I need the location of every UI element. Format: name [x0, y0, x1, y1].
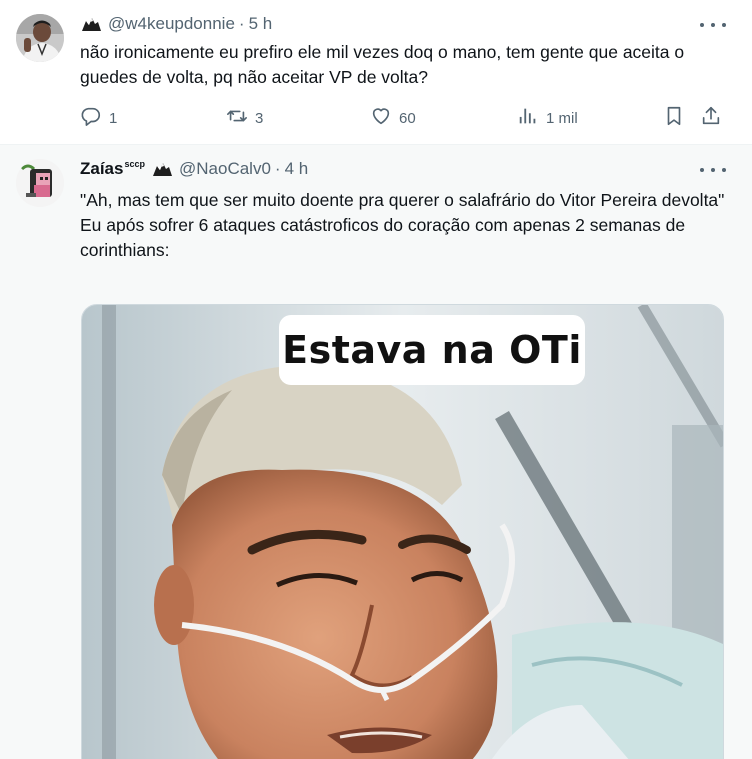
avatar-w4keupdonnie[interactable] [16, 14, 64, 62]
tweet-text-line: "Ah, mas tem que ser muito doente pra qu… [80, 190, 725, 210]
reply-count: 1 [109, 109, 118, 127]
tweet-actions: 1 3 60 1 mil [80, 104, 730, 132]
tweet-time[interactable]: 5 h [249, 14, 273, 34]
bird-badge-icon [80, 15, 102, 33]
views-count: 1 mil [546, 109, 578, 127]
tweet-2[interactable]: Zaíassccp @NaoCalv0 · 4 h "Ah, mas tem q… [0, 145, 752, 759]
avatar-naocalv0[interactable] [16, 159, 64, 207]
heart-icon [370, 105, 392, 131]
author-handle[interactable]: @NaoCalv0 [179, 159, 271, 179]
media-caption: Estava na OTi [279, 315, 585, 385]
bookmark-button[interactable] [663, 104, 685, 132]
like-button[interactable]: 60 [370, 104, 416, 132]
views-button[interactable]: 1 mil [517, 104, 578, 132]
tweet-text: "Ah, mas tem que ser muito doente pra qu… [80, 188, 730, 263]
bird-badge-icon [151, 160, 173, 178]
share-button[interactable] [700, 104, 722, 132]
reply-icon [80, 105, 102, 131]
reply-button[interactable]: 1 [80, 104, 117, 132]
separator-dot: · [238, 14, 245, 33]
tweet-header: Zaíassccp @NaoCalv0 · 4 h [80, 157, 308, 181]
retweet-button[interactable]: 3 [226, 104, 263, 132]
retweet-count: 3 [255, 109, 264, 127]
name-superscript: sccp [124, 159, 145, 170]
tweet-header: @w4keupdonnie · 5 h [80, 12, 272, 36]
author-handle[interactable]: @w4keupdonnie [108, 14, 235, 34]
author-display-name[interactable]: Zaíassccp [80, 159, 145, 179]
tweet-text-line: Eu após sofrer 6 ataques catástroficos d… [80, 215, 686, 260]
tweet-time[interactable]: 4 h [285, 159, 309, 179]
like-count: 60 [399, 109, 416, 127]
separator-dot: · [274, 159, 281, 178]
tweet-media-image[interactable]: Estava na OTi [81, 304, 724, 759]
tweet-text: não ironicamente eu prefiro ele mil veze… [80, 42, 685, 87]
more-icon[interactable] [700, 16, 726, 34]
retweet-icon [226, 105, 248, 131]
share-icon [700, 105, 722, 131]
bookmark-icon [663, 105, 685, 131]
more-icon[interactable] [700, 161, 726, 179]
views-chart-icon [517, 105, 539, 131]
tweet-1[interactable]: @w4keupdonnie · 5 h não ironicamente eu … [0, 0, 752, 145]
